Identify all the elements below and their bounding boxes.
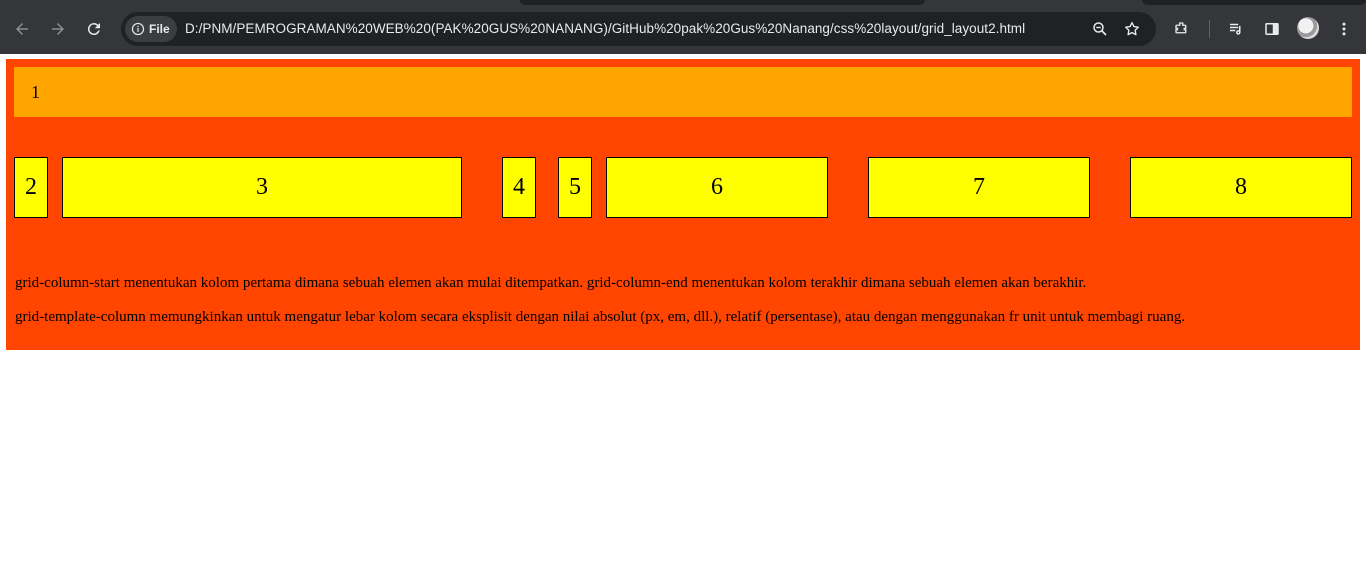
info-icon — [131, 22, 145, 36]
bookmark-star-icon — [1125, 21, 1139, 36]
profile-avatar[interactable] — [1297, 17, 1319, 39]
extensions-icon — [1175, 22, 1187, 34]
zoom-icon — [1093, 22, 1107, 36]
extensions-button[interactable] — [1167, 14, 1197, 44]
reload-icon — [87, 23, 100, 36]
reload-button[interactable] — [79, 14, 109, 44]
menu-button[interactable] — [1329, 14, 1359, 44]
back-button[interactable] — [7, 14, 37, 44]
forward-button[interactable] — [43, 14, 73, 44]
grid-item-6: 6 — [606, 157, 828, 218]
address-bar[interactable]: File D:/PNM/PEMROGRAMAN%20WEB%20(PAK%20G… — [121, 12, 1156, 46]
grid-item-5: 5 — [558, 157, 592, 218]
side-panel-icon — [1265, 23, 1279, 35]
side-panel-button[interactable] — [1257, 14, 1287, 44]
description-paragraph: grid-column-start menentukan kolom perta… — [15, 275, 1087, 291]
description-paragraph: grid-template-column memungkinkan untuk … — [15, 309, 1186, 325]
media-control-button[interactable] — [1221, 14, 1251, 44]
site-info-chip[interactable]: File — [125, 16, 177, 42]
tab-strip-edge — [1142, 0, 1366, 5]
grid-item-3: 3 — [62, 157, 462, 218]
tab-strip-edge — [520, 0, 925, 5]
grid-item-8: 8 — [1130, 157, 1352, 218]
grid-container: 1 2 3 4 5 6 7 8 grid-column-start menent… — [6, 59, 1360, 350]
site-chip-label: File — [149, 22, 170, 36]
media-control-icon — [1230, 23, 1241, 35]
zoom-button[interactable] — [1089, 18, 1111, 40]
grid-item-7: 7 — [868, 157, 1090, 218]
grid-item-2: 2 — [14, 157, 48, 218]
menu-dots-icon — [1342, 22, 1346, 36]
back-arrow-icon — [16, 23, 28, 35]
url-text[interactable]: D:/PNM/PEMROGRAMAN%20WEB%20(PAK%20GUS%20… — [185, 21, 1025, 36]
forward-arrow-icon — [52, 23, 64, 35]
toolbar-divider — [1209, 20, 1210, 38]
browser-toolbar: File D:/PNM/PEMROGRAMAN%20WEB%20(PAK%20G… — [0, 0, 1366, 54]
page-viewport: 1 2 3 4 5 6 7 8 grid-column-start menent… — [0, 54, 1366, 564]
grid-item-4: 4 — [502, 157, 536, 218]
grid-item-1: 1 — [14, 67, 1352, 117]
bookmark-button[interactable] — [1121, 18, 1143, 40]
